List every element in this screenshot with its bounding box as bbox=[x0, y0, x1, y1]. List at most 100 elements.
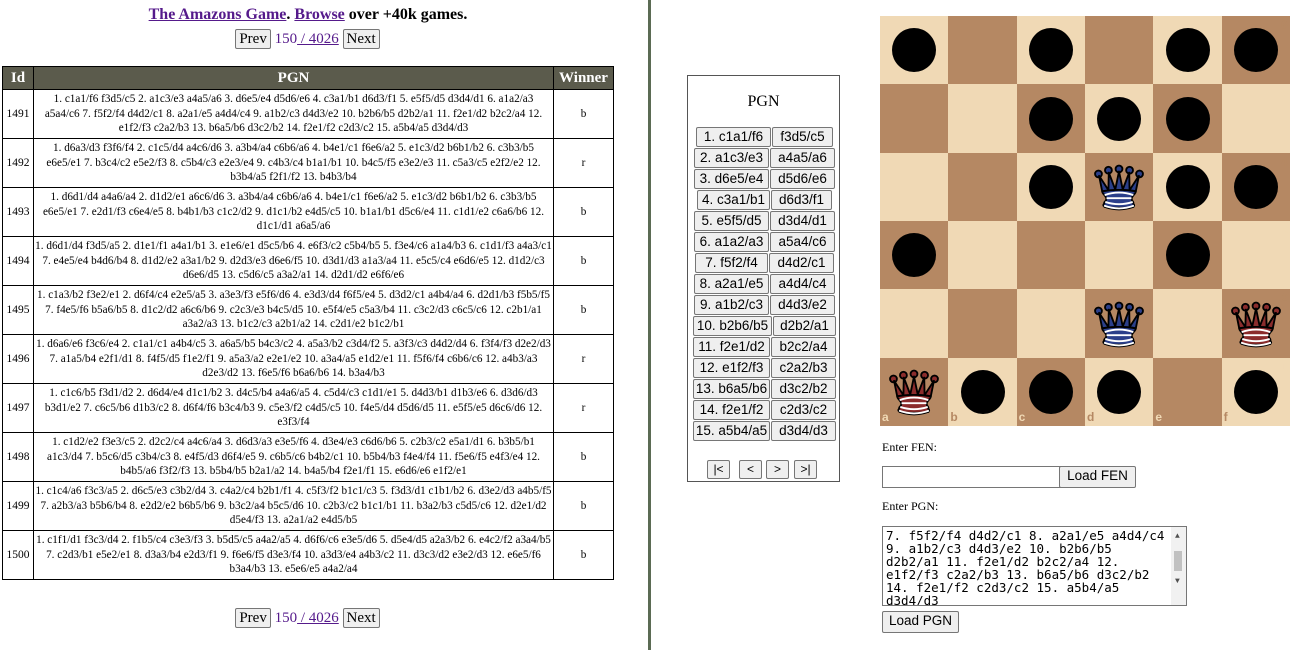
move-button-white[interactable]: 5. e5f5/d5 bbox=[694, 211, 769, 231]
board-square[interactable] bbox=[1085, 16, 1154, 85]
move-button-black[interactable]: d4d3/e2 bbox=[770, 295, 835, 315]
prev-button[interactable]: Prev bbox=[235, 29, 271, 49]
board-square[interactable] bbox=[948, 289, 1017, 358]
move-button-black[interactable]: d4d2/c1 bbox=[769, 253, 834, 273]
move-button-white[interactable]: 4. c3a1/b1 bbox=[697, 190, 770, 210]
red-queen-piece[interactable] bbox=[1226, 296, 1286, 352]
board-square[interactable] bbox=[1153, 289, 1222, 358]
first-move-button[interactable]: |< bbox=[707, 460, 730, 479]
scroll-up-arrow-icon[interactable]: ▲ bbox=[1175, 530, 1180, 543]
move-button-black[interactable]: b2c2/a4 bbox=[771, 337, 836, 357]
pgn-move-panel: PGN 1. c1a1/f6 f3d5/c5 2. a1c3/e3 a4a5/a6 3.… bbox=[687, 75, 840, 482]
move-button-white[interactable]: 1. c1a1/f6 bbox=[696, 127, 771, 147]
blue-queen-piece[interactable] bbox=[1089, 296, 1149, 352]
move-button-white[interactable]: 14. f2e1/f2 bbox=[693, 400, 770, 420]
page-total-link-bottom[interactable]: / 4026 bbox=[297, 610, 339, 626]
move-button-white[interactable]: 12. e1f2/f3 bbox=[693, 358, 770, 378]
move-button-black[interactable]: a4a5/a6 bbox=[770, 148, 835, 168]
game-id: 1498 bbox=[2, 432, 34, 482]
page-number-bottom: 150 bbox=[274, 610, 298, 626]
pgn-textarea-content: 7. f5f2/f4 d4d2/c1 8. a2a1/e5 a4d4/c4 9.… bbox=[886, 528, 1172, 606]
pgn-textarea[interactable]: 7. f5f2/f4 d4d2/c1 8. a2a1/e5 a4d4/c4 9.… bbox=[882, 526, 1187, 606]
rank-label: 1 bbox=[1281, 359, 1288, 374]
arrow-marker bbox=[1028, 96, 1073, 141]
move-button-black[interactable]: f3d5/c5 bbox=[772, 127, 833, 147]
game-pgn: 1. d6a6/e6 f3c6/e4 2. c1a1/c1 a4b4/c5 3.… bbox=[33, 334, 554, 384]
board-square[interactable] bbox=[1016, 221, 1085, 290]
scroll-down-arrow-icon[interactable]: ▼ bbox=[1175, 575, 1180, 588]
game-winner: r bbox=[553, 383, 614, 433]
move-button-white[interactable]: 6. a1a2/a3 bbox=[694, 232, 769, 252]
move-button-black[interactable]: c2d3/c2 bbox=[771, 400, 836, 420]
board-square[interactable] bbox=[1016, 289, 1085, 358]
move-button-white[interactable]: 2. a1c3/e3 bbox=[694, 148, 769, 168]
table-header-row: Id PGN Winner bbox=[2, 66, 614, 90]
move-button-white[interactable]: 15. a5b4/a5 bbox=[693, 421, 770, 441]
board-square[interactable] bbox=[1221, 221, 1290, 290]
move-button-white[interactable]: 13. b6a5/b6 bbox=[693, 379, 770, 399]
game-board[interactable]: 654321abcdef bbox=[880, 16, 1290, 426]
amazons-game-link[interactable]: The Amazons Game bbox=[149, 6, 287, 23]
arrow-marker bbox=[1097, 369, 1142, 414]
pgn-textarea-scrollbar[interactable]: ▲ ▼ bbox=[1171, 527, 1186, 605]
move-button-black[interactable]: d3d4/d3 bbox=[771, 421, 836, 441]
move-button-black[interactable]: d5d6/e6 bbox=[770, 169, 835, 189]
next-move-button[interactable]: > bbox=[766, 460, 789, 479]
move-button-white[interactable]: 8. a2a1/e5 bbox=[694, 274, 769, 294]
prev-button-bottom[interactable]: Prev bbox=[235, 608, 271, 628]
blue-queen-piece[interactable] bbox=[1089, 159, 1149, 215]
next-button-bottom[interactable]: Next bbox=[342, 608, 380, 628]
pager-bottom: Prev 150 / 4026 Next bbox=[0, 608, 670, 628]
move-button-black[interactable]: d3c2/b2 bbox=[771, 379, 836, 399]
game-winner: b bbox=[553, 187, 614, 237]
move-button-black[interactable]: d2b2/a1 bbox=[773, 316, 836, 336]
board-square[interactable] bbox=[880, 84, 949, 153]
board-square[interactable] bbox=[1153, 357, 1222, 426]
board-square[interactable] bbox=[948, 152, 1017, 221]
move-button-black[interactable]: d3d4/d1 bbox=[770, 211, 835, 231]
red-queen-piece[interactable] bbox=[884, 364, 944, 420]
move-button-black[interactable]: a4d4/c4 bbox=[770, 274, 835, 294]
rank-label: 3 bbox=[1281, 223, 1288, 237]
board-square[interactable] bbox=[880, 289, 949, 358]
arrow-marker bbox=[1233, 164, 1278, 209]
move-button-white[interactable]: 10. b2b6/b5 bbox=[693, 316, 772, 336]
board-square[interactable] bbox=[1221, 84, 1290, 153]
table-row: 1494 1. d6d1/d4 f3d5/a5 2. d1e1/f1 a4a1/b… bbox=[2, 236, 614, 286]
game-pgn: 1. c1c4/a6 f3c3/a5 2. d6c5/e3 c3b2/d4 3.… bbox=[33, 481, 554, 531]
page-total-link[interactable]: / 4026 bbox=[297, 31, 339, 47]
arrow-marker bbox=[1165, 96, 1210, 141]
move-button-white[interactable]: 3. d6e5/e4 bbox=[694, 169, 769, 189]
move-button-white[interactable]: 11. f2e1/d2 bbox=[693, 337, 770, 357]
move-button-black[interactable]: d6d3/f1 bbox=[771, 190, 832, 210]
move-button-white[interactable]: 9. a1b2/c3 bbox=[694, 295, 769, 315]
board-square[interactable] bbox=[948, 16, 1017, 85]
board-square[interactable] bbox=[948, 84, 1017, 153]
next-button[interactable]: Next bbox=[342, 29, 380, 49]
move-button-white[interactable]: 7. f5f2/f4 bbox=[695, 253, 768, 273]
move-button-black[interactable]: a5a4/c6 bbox=[770, 232, 835, 252]
board-square[interactable] bbox=[1085, 221, 1154, 290]
table-row: 1497 1. c1c6/b5 f3d1/d2 2. d6d4/e4 d1c1/b… bbox=[2, 383, 614, 433]
browse-link[interactable]: Browse bbox=[294, 6, 344, 23]
move-button-black[interactable]: c2a2/b3 bbox=[771, 358, 836, 378]
last-move-button[interactable]: >| bbox=[794, 460, 817, 479]
load-pgn-button[interactable]: Load PGN bbox=[882, 611, 959, 633]
arrow-marker bbox=[1165, 164, 1210, 209]
arrow-marker bbox=[960, 369, 1005, 414]
board-square[interactable] bbox=[880, 152, 949, 221]
prev-move-button[interactable]: < bbox=[739, 460, 762, 479]
fen-input[interactable] bbox=[882, 466, 1062, 488]
scroll-thumb[interactable] bbox=[1174, 551, 1182, 571]
game-pgn: 1. c1a3/b2 f3e2/e1 2. d6f4/c4 e2e5/a5 3.… bbox=[33, 285, 554, 335]
game-id: 1496 bbox=[2, 334, 34, 384]
rank-label: 6 bbox=[1281, 18, 1288, 32]
board-square[interactable] bbox=[948, 221, 1017, 290]
game-pgn: 1. d6d1/d4 a4a6/a4 2. d1d2/e1 a6c6/d6 3.… bbox=[33, 187, 554, 237]
game-id: 1492 bbox=[2, 138, 34, 188]
file-label: b bbox=[950, 410, 958, 424]
game-id: 1493 bbox=[2, 187, 34, 237]
game-winner: r bbox=[553, 138, 614, 188]
load-fen-button[interactable]: Load FEN bbox=[1059, 466, 1136, 488]
table-row: 1498 1. c1d2/e2 f3e3/c5 2. d2c2/c4 a4c6/a… bbox=[2, 432, 614, 482]
